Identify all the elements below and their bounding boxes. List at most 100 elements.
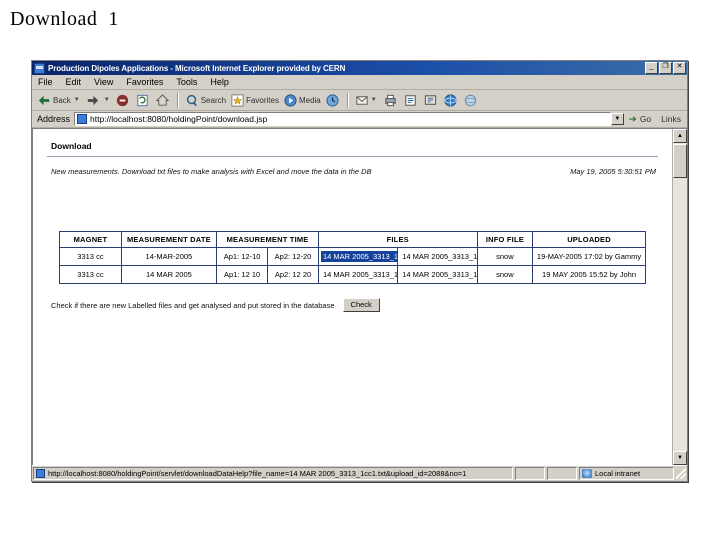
address-dropdown-button[interactable]: ▼ (610, 113, 624, 125)
check-row: Check if there are new Labelled files an… (51, 298, 658, 312)
research-button[interactable] (462, 93, 480, 108)
cell-file-2[interactable]: 14 MAR 2005_3313_1cc2 (397, 265, 478, 284)
resize-grip[interactable] (676, 468, 686, 479)
cell-magnet: 3313 cc (59, 247, 122, 266)
document-icon (36, 469, 45, 478)
cell-file-2[interactable]: 14 MAR 2005_3313_1cc2 (397, 247, 478, 266)
status-url-pane: http://localhost:8080/holdingPoint/servl… (33, 467, 513, 480)
status-url: http://localhost:8080/holdingPoint/servl… (48, 469, 467, 478)
table-row: 3313 cc 14 MAR 2005 Ap1: 12 10 Ap2: 12 2… (59, 265, 646, 284)
address-input[interactable]: http://localhost:8080/holdingPoint/downl… (74, 112, 611, 126)
column-header-uploaded: UPLOADED (532, 231, 646, 248)
forward-arrow-icon (87, 95, 98, 105)
minimize-icon: _ (649, 63, 654, 70)
status-zone-pane: Local intranet (579, 467, 674, 480)
cell-measurement-time-ap2: Ap2: 12 20 (267, 265, 319, 284)
ie-logo-icon (34, 62, 45, 74)
page-subheader: New measurements. Download txt files to … (51, 167, 656, 176)
back-arrow-icon (38, 95, 50, 105)
file-link[interactable]: 14 MAR 2005_3313_1cc1 (321, 269, 397, 280)
cell-measurement-time-ap1: Ap1: 12-10 (216, 247, 269, 266)
menu-item-file[interactable]: File (38, 77, 53, 87)
history-button[interactable] (324, 93, 342, 108)
slide-title: Download 1 (10, 8, 119, 30)
search-button[interactable]: Search (184, 93, 227, 108)
menu-item-help[interactable]: Help (210, 77, 229, 87)
window-title: Production Dipoles Applications - Micros… (48, 63, 346, 73)
favorites-button[interactable]: Favorites (229, 93, 280, 108)
scroll-up-button[interactable]: ▲ (673, 129, 687, 143)
edit-icon (405, 94, 416, 106)
links-button[interactable]: Links (657, 114, 685, 124)
check-description: Check if there are new Labelled files an… (51, 300, 335, 310)
cell-info-file[interactable]: snow (476, 265, 534, 284)
page-title: Download (51, 141, 92, 151)
menu-item-favorites[interactable]: Favorites (126, 77, 163, 87)
media-button[interactable]: Media (282, 93, 322, 108)
menu-item-view[interactable]: View (94, 77, 113, 87)
mail-icon (356, 95, 368, 105)
forward-button[interactable] (84, 93, 102, 108)
refresh-button[interactable] (134, 93, 152, 108)
minimize-button[interactable]: _ (645, 62, 658, 74)
mail-dropdown-icon[interactable]: ▼ (371, 97, 377, 103)
print-button[interactable] (382, 93, 400, 108)
stop-icon (116, 94, 128, 106)
go-button[interactable]: Go (627, 113, 651, 125)
downloads-table: MAGNET MEASUREMENT DATE MEASUREMENT TIME… (59, 231, 646, 284)
browser-titlebar: Production Dipoles Applications - Micros… (32, 61, 687, 75)
file-link[interactable]: 14 MAR 2005_3313_1cc2 (400, 251, 476, 262)
cell-measurement-date: 14-MAR-2005 (120, 247, 218, 266)
menu-item-tools[interactable]: Tools (176, 77, 197, 87)
column-header-files: FILES (317, 231, 478, 248)
stop-button[interactable] (114, 93, 132, 108)
discuss-icon (424, 94, 436, 105)
go-button-label: Go (639, 114, 652, 124)
refresh-icon (137, 94, 148, 106)
toolbar-separator-1 (176, 92, 179, 108)
back-dropdown-icon[interactable]: ▼ (74, 97, 80, 103)
page-icon (77, 114, 88, 124)
cell-file-1[interactable]: 14 MAR 2005_3313_1cc1 (317, 265, 399, 284)
cell-file-1[interactable]: 14 MAR 2005_3313_1cc1 (317, 247, 399, 266)
discuss-button[interactable] (422, 93, 440, 108)
edit-button[interactable] (402, 93, 420, 108)
check-button[interactable]: Check (342, 298, 380, 312)
file-link[interactable]: 14 MAR 2005_3313_1cc2 (400, 269, 476, 280)
status-pane-1 (515, 467, 545, 480)
cell-info-file[interactable]: snow (476, 247, 534, 266)
search-icon (186, 94, 197, 106)
file-link-selected[interactable]: 14 MAR 2005_3313_1cc1 (320, 251, 397, 262)
messenger-icon (444, 93, 457, 107)
back-button-label: Back (53, 95, 71, 105)
scroll-down-button[interactable]: ▼ (673, 451, 687, 465)
media-button-label: Media (298, 95, 321, 105)
scrollbar-thumb[interactable] (673, 144, 687, 178)
home-icon (155, 93, 169, 106)
mail-button[interactable]: ▼ (354, 93, 380, 108)
favorites-icon (231, 93, 244, 107)
home-button[interactable] (154, 93, 172, 108)
vertical-scrollbar[interactable]: ▲ ▼ (672, 129, 687, 465)
column-header-measurement-time: MEASUREMENT TIME (216, 231, 319, 248)
cell-uploaded: 19 MAY 2005 15:52 by John (532, 265, 646, 284)
cell-uploaded: 19-MAY-2005 17:02 by Gammy (532, 247, 646, 266)
menu-bar: File Edit View Favorites Tools Help (32, 75, 687, 90)
status-bar: http://localhost:8080/holdingPoint/servl… (32, 465, 687, 481)
page-timestamp: May 19, 2005 5:30:51 PM (570, 167, 656, 176)
address-value: http://localhost:8080/holdingPoint/downl… (90, 114, 268, 124)
menu-item-edit[interactable]: Edit (66, 77, 82, 87)
maximize-button[interactable]: ❐ (659, 62, 672, 74)
table-header-row: MAGNET MEASUREMENT DATE MEASUREMENT TIME… (59, 231, 646, 248)
messenger-button[interactable] (442, 93, 460, 108)
back-button[interactable]: Back (36, 93, 72, 108)
history-icon (326, 93, 339, 107)
close-button[interactable]: ✕ (673, 62, 686, 74)
forward-dropdown-icon[interactable]: ▼ (104, 97, 110, 103)
chevron-down-icon: ▼ (614, 116, 621, 122)
cell-measurement-time-ap2: Ap2: 12-20 (267, 247, 319, 266)
status-zone-label: Local intranet (595, 469, 641, 478)
search-button-label: Search (200, 95, 227, 105)
favorites-button-label: Favorites (246, 95, 279, 105)
cell-measurement-time-ap1: Ap1: 12 10 (216, 265, 269, 284)
